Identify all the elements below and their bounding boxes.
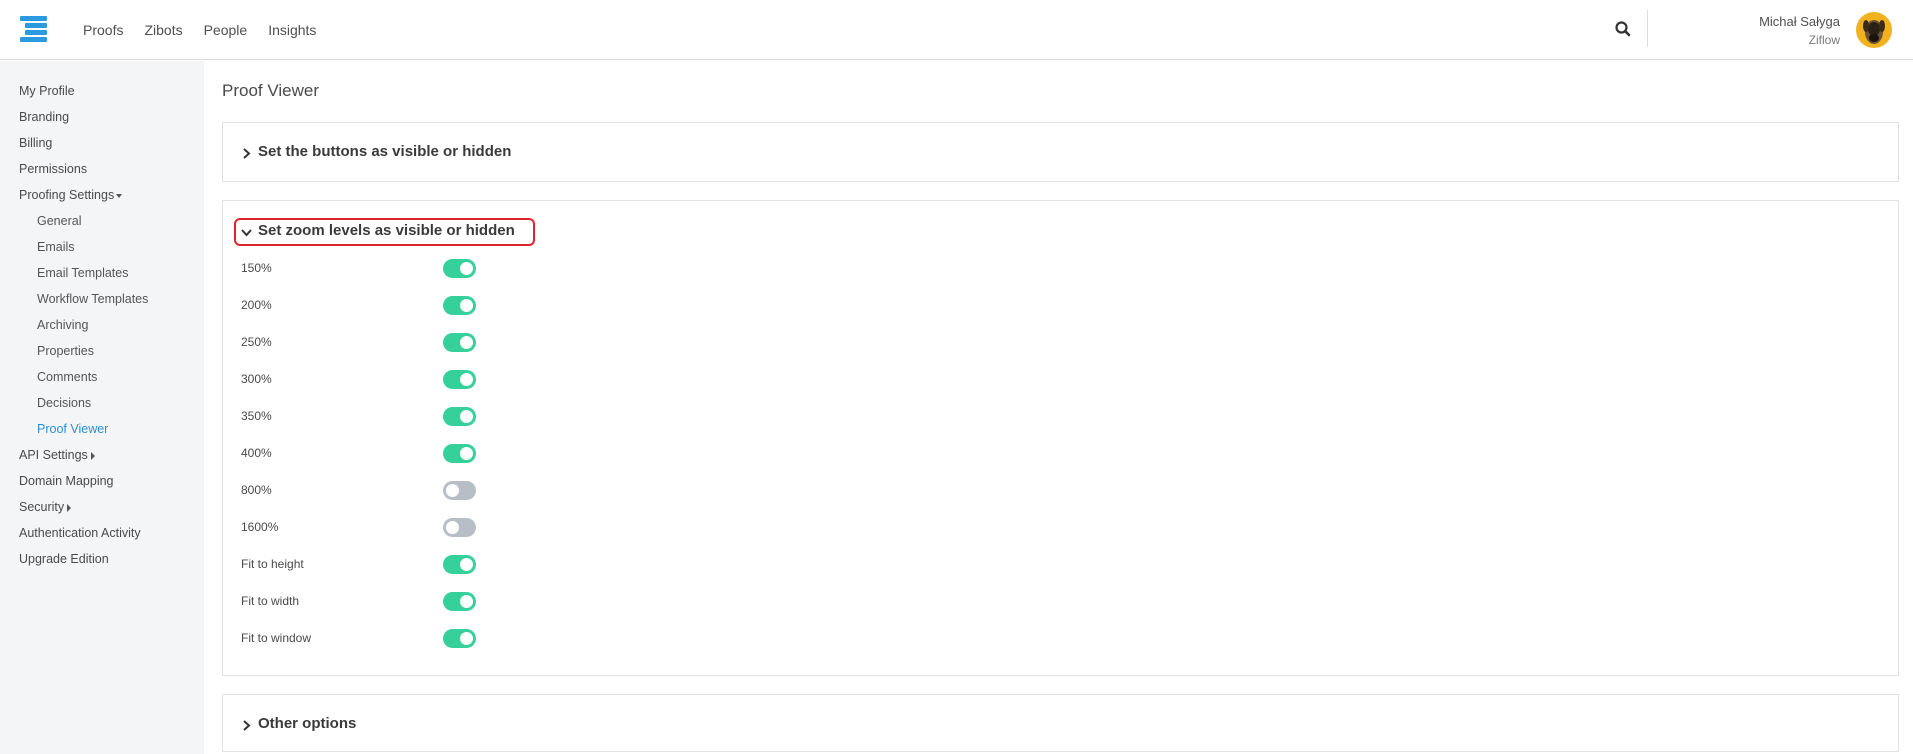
- panel-header-zoom[interactable]: Set zoom levels as visible or hidden: [241, 222, 515, 239]
- zoom-toggle-250[interactable]: [443, 333, 476, 352]
- sidebar-item-upgrade-edition[interactable]: Upgrade Edition: [19, 552, 109, 566]
- sidebar-item-billing[interactable]: Billing: [19, 136, 52, 150]
- page-title: Proof Viewer: [222, 81, 320, 100]
- user-name[interactable]: Michał Sałyga: [1759, 14, 1840, 29]
- toggle-knob: [460, 447, 473, 460]
- settings-sidebar: My Profile Branding Billing Permissions …: [0, 61, 204, 754]
- zoom-row-800: 800%: [241, 480, 491, 502]
- zoom-row-250: 250%: [241, 332, 491, 354]
- top-bar: Proofs Zibots People Insights Michał Sał…: [0, 0, 1913, 60]
- toggle-knob: [460, 336, 473, 349]
- zoom-label: 400%: [241, 446, 272, 460]
- nav-zibots[interactable]: Zibots: [144, 22, 182, 38]
- toggle-knob: [460, 262, 473, 275]
- toggle-knob: [460, 299, 473, 312]
- app-logo-icon[interactable]: [20, 16, 47, 42]
- toggle-knob: [460, 632, 473, 645]
- sidebar-item-workflow-templates[interactable]: Workflow Templates: [37, 292, 148, 306]
- zoom-toggle-fit-height[interactable]: [443, 555, 476, 574]
- toggle-knob: [460, 558, 473, 571]
- zoom-toggle-300[interactable]: [443, 370, 476, 389]
- sidebar-item-branding[interactable]: Branding: [19, 110, 69, 124]
- zoom-row-350: 350%: [241, 406, 491, 428]
- panel-header-buttons[interactable]: Set the buttons as visible or hidden: [241, 143, 511, 160]
- zoom-label: 250%: [241, 335, 272, 349]
- zoom-toggle-400[interactable]: [443, 444, 476, 463]
- zoom-toggle-200[interactable]: [443, 296, 476, 315]
- sidebar-item-api-settings[interactable]: API Settings: [19, 448, 95, 462]
- sidebar-item-decisions[interactable]: Decisions: [37, 396, 91, 410]
- panel-title: Other options: [258, 715, 357, 732]
- caret-right-icon: [90, 451, 95, 460]
- sidebar-item-security[interactable]: Security: [19, 500, 72, 514]
- zoom-label: 800%: [241, 483, 272, 497]
- zoom-label: Fit to width: [241, 594, 300, 608]
- zoom-label: Fit to window: [241, 631, 312, 645]
- chevron-right-icon: [241, 718, 252, 731]
- sidebar-item-proofing-settings[interactable]: Proofing Settings: [19, 188, 123, 202]
- search-icon[interactable]: [1612, 18, 1634, 40]
- zoom-row-fit-width: Fit to width: [241, 591, 491, 613]
- sidebar-item-archiving[interactable]: Archiving: [37, 318, 88, 332]
- zoom-toggle-800[interactable]: [443, 481, 476, 500]
- zoom-row-400: 400%: [241, 443, 491, 465]
- sidebar-item-my-profile[interactable]: My Profile: [19, 84, 75, 98]
- sidebar-item-proof-viewer[interactable]: Proof Viewer: [37, 422, 108, 436]
- main-nav: Proofs Zibots People Insights: [83, 0, 337, 60]
- zoom-label: 1600%: [241, 520, 279, 534]
- panel-header-other[interactable]: Other options: [241, 715, 356, 732]
- sidebar-item-label: API Settings: [19, 448, 88, 462]
- zoom-toggle-350[interactable]: [443, 407, 476, 426]
- nav-proofs[interactable]: Proofs: [83, 22, 123, 38]
- zoom-toggle-150[interactable]: [443, 259, 476, 278]
- caret-down-icon: [116, 193, 123, 198]
- zoom-row-300: 300%: [241, 369, 491, 391]
- sidebar-item-email-templates[interactable]: Email Templates: [37, 266, 128, 280]
- toggle-knob: [446, 521, 459, 534]
- panel-title: Set zoom levels as visible or hidden: [258, 222, 515, 239]
- toggle-knob: [460, 373, 473, 386]
- sidebar-item-authentication-activity[interactable]: Authentication Activity: [19, 526, 141, 540]
- zoom-label: Fit to height: [241, 557, 304, 571]
- zoom-toggle-fit-window[interactable]: [443, 629, 476, 648]
- chevron-right-icon: [241, 146, 252, 159]
- sidebar-item-properties[interactable]: Properties: [37, 344, 94, 358]
- user-org[interactable]: Ziflow: [1809, 33, 1840, 47]
- sidebar-item-label: Security: [19, 500, 65, 514]
- zoom-label: 200%: [241, 298, 272, 312]
- panel-other-options: Other options: [222, 694, 1899, 752]
- zoom-label: 150%: [241, 261, 272, 275]
- sidebar-item-domain-mapping[interactable]: Domain Mapping: [19, 474, 114, 488]
- zoom-row-fit-window: Fit to window: [241, 628, 491, 650]
- sidebar-item-comments[interactable]: Comments: [37, 370, 97, 384]
- zoom-toggle-fit-width[interactable]: [443, 592, 476, 611]
- sidebar-item-label: Proofing Settings: [19, 188, 115, 202]
- zoom-row-200: 200%: [241, 295, 491, 317]
- header-divider: [1647, 10, 1648, 47]
- nav-people[interactable]: People: [204, 22, 248, 38]
- zoom-row-fit-height: Fit to height: [241, 554, 491, 576]
- panel-zoom-levels: Set zoom levels as visible or hidden 150…: [222, 200, 1899, 676]
- caret-right-icon: [67, 503, 72, 512]
- nav-insights[interactable]: Insights: [268, 22, 316, 38]
- zoom-row-1600: 1600%: [241, 517, 491, 539]
- zoom-label: 300%: [241, 372, 272, 386]
- panel-title: Set the buttons as visible or hidden: [258, 143, 512, 160]
- panel-buttons-visibility: Set the buttons as visible or hidden: [222, 122, 1899, 182]
- sidebar-item-emails[interactable]: Emails: [37, 240, 75, 254]
- chevron-down-icon: [241, 225, 252, 237]
- zoom-label: 350%: [241, 409, 272, 423]
- toggle-knob: [460, 595, 473, 608]
- sidebar-item-permissions[interactable]: Permissions: [19, 162, 87, 176]
- zoom-toggle-1600[interactable]: [443, 518, 476, 537]
- avatar[interactable]: [1856, 12, 1892, 48]
- zoom-row-150: 150%: [241, 258, 491, 280]
- sidebar-item-general[interactable]: General: [37, 214, 81, 228]
- toggle-knob: [446, 484, 459, 497]
- toggle-knob: [460, 410, 473, 423]
